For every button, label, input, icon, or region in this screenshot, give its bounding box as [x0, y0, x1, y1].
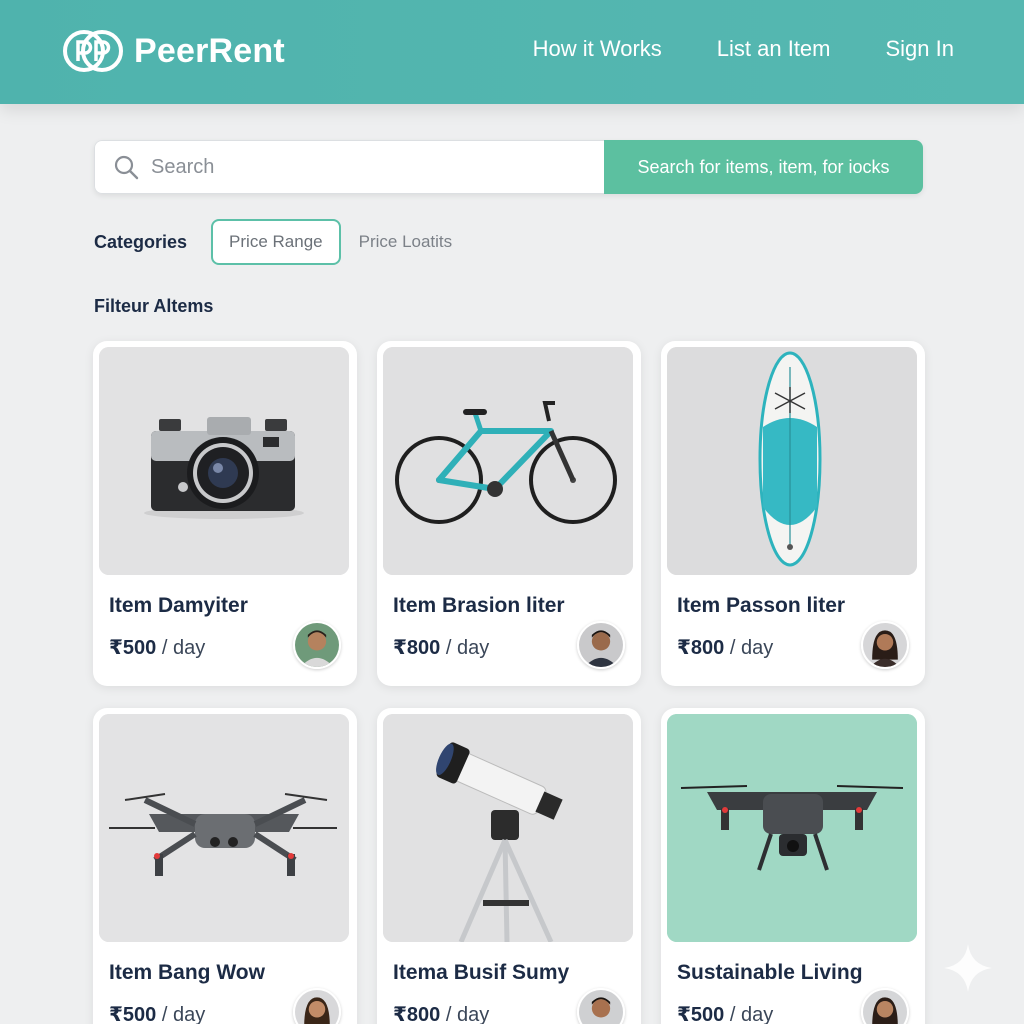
categories-label[interactable]: Categories [94, 232, 187, 253]
filter-price-location[interactable]: Price Loatits [359, 232, 453, 252]
price-unit: / day [156, 1004, 206, 1024]
drone-icon [667, 714, 917, 942]
item-image [383, 714, 633, 942]
item-price: ₹500 / day [109, 635, 205, 660]
section-title: Filteur Altems [94, 296, 214, 316]
drone-icon [99, 714, 349, 942]
peerrent-logo-icon [63, 30, 123, 72]
avatar-icon [863, 623, 907, 667]
owner-avatar[interactable] [293, 988, 341, 1024]
price-unit: / day [440, 1004, 490, 1024]
camera-icon [99, 347, 349, 575]
price-amount: ₹800 [393, 637, 441, 659]
item-title: Item Brasion liter [393, 594, 565, 617]
avatar-icon [295, 990, 339, 1024]
price-unit: / day [724, 1004, 774, 1024]
item-card[interactable]: Sustainable Living ₹500 / day [661, 708, 925, 1024]
item-price: ₹500 / day [109, 1002, 205, 1024]
item-title: Item Damyiter [109, 594, 248, 617]
item-card[interactable]: Item Bang Wow ₹500 / day [93, 708, 357, 1024]
price-amount: ₹500 [677, 1004, 725, 1024]
paddleboard-icon [667, 347, 917, 575]
nav-how-it-works[interactable]: How it Works [533, 36, 662, 62]
item-price: ₹500 / day [677, 1002, 773, 1024]
price-unit: / day [440, 637, 490, 659]
avatar-icon [863, 990, 907, 1024]
filter-bar: Categories Price Range Price Loatits [94, 219, 452, 265]
item-price: ₹800 / day [393, 635, 489, 660]
search-icon [114, 155, 139, 180]
item-price: ₹800 / day [393, 1002, 489, 1024]
item-card[interactable]: Item Damyiter ₹500 / day [93, 341, 357, 686]
item-card[interactable]: Item Passon liter ₹800 / day [661, 341, 925, 686]
owner-avatar[interactable] [293, 621, 341, 669]
bicycle-icon [383, 347, 633, 575]
nav-sign-in[interactable]: Sign In [886, 36, 955, 62]
price-unit: / day [156, 637, 206, 659]
owner-avatar[interactable] [861, 988, 909, 1024]
telescope-icon [383, 714, 633, 942]
item-image [383, 347, 633, 575]
top-navbar: PeerRent How it Works List an Item Sign … [0, 0, 1024, 104]
avatar-icon [579, 990, 623, 1024]
price-amount: ₹500 [109, 1004, 157, 1024]
avatar-icon [579, 623, 623, 667]
brand-logo[interactable]: PeerRent [62, 28, 285, 74]
price-unit: / day [724, 637, 774, 659]
main-nav: How it Works List an Item Sign In [533, 36, 954, 62]
sparkle-icon [944, 944, 992, 992]
search-input[interactable] [151, 155, 551, 179]
owner-avatar[interactable] [577, 988, 625, 1024]
item-title: Itema Busif Sumy [393, 961, 570, 984]
price-amount: ₹800 [677, 637, 725, 659]
item-card[interactable]: Item Brasion liter ₹800 / day [377, 341, 641, 686]
item-image [99, 347, 349, 575]
item-title: Item Bang Wow [109, 961, 265, 984]
item-image [667, 347, 917, 575]
price-amount: ₹500 [109, 637, 157, 659]
search-button[interactable]: Search for items, item, for iocks [604, 140, 923, 194]
brand-name: PeerRent [134, 31, 285, 70]
owner-avatar[interactable] [577, 621, 625, 669]
nav-list-item[interactable]: List an Item [717, 36, 831, 62]
filter-price-range[interactable]: Price Range [211, 219, 341, 265]
owner-avatar[interactable] [861, 621, 909, 669]
item-image [99, 714, 349, 942]
price-amount: ₹800 [393, 1004, 441, 1024]
item-price: ₹800 / day [677, 635, 773, 660]
item-card[interactable]: Itema Busif Sumy ₹800 / day [377, 708, 641, 1024]
item-image [667, 714, 917, 942]
avatar-icon [295, 623, 339, 667]
search-bar: Search for items, item, for iocks [94, 140, 923, 194]
item-title: Sustainable Living [677, 961, 863, 984]
search-field [94, 140, 604, 194]
item-title: Item Passon liter [677, 594, 846, 617]
